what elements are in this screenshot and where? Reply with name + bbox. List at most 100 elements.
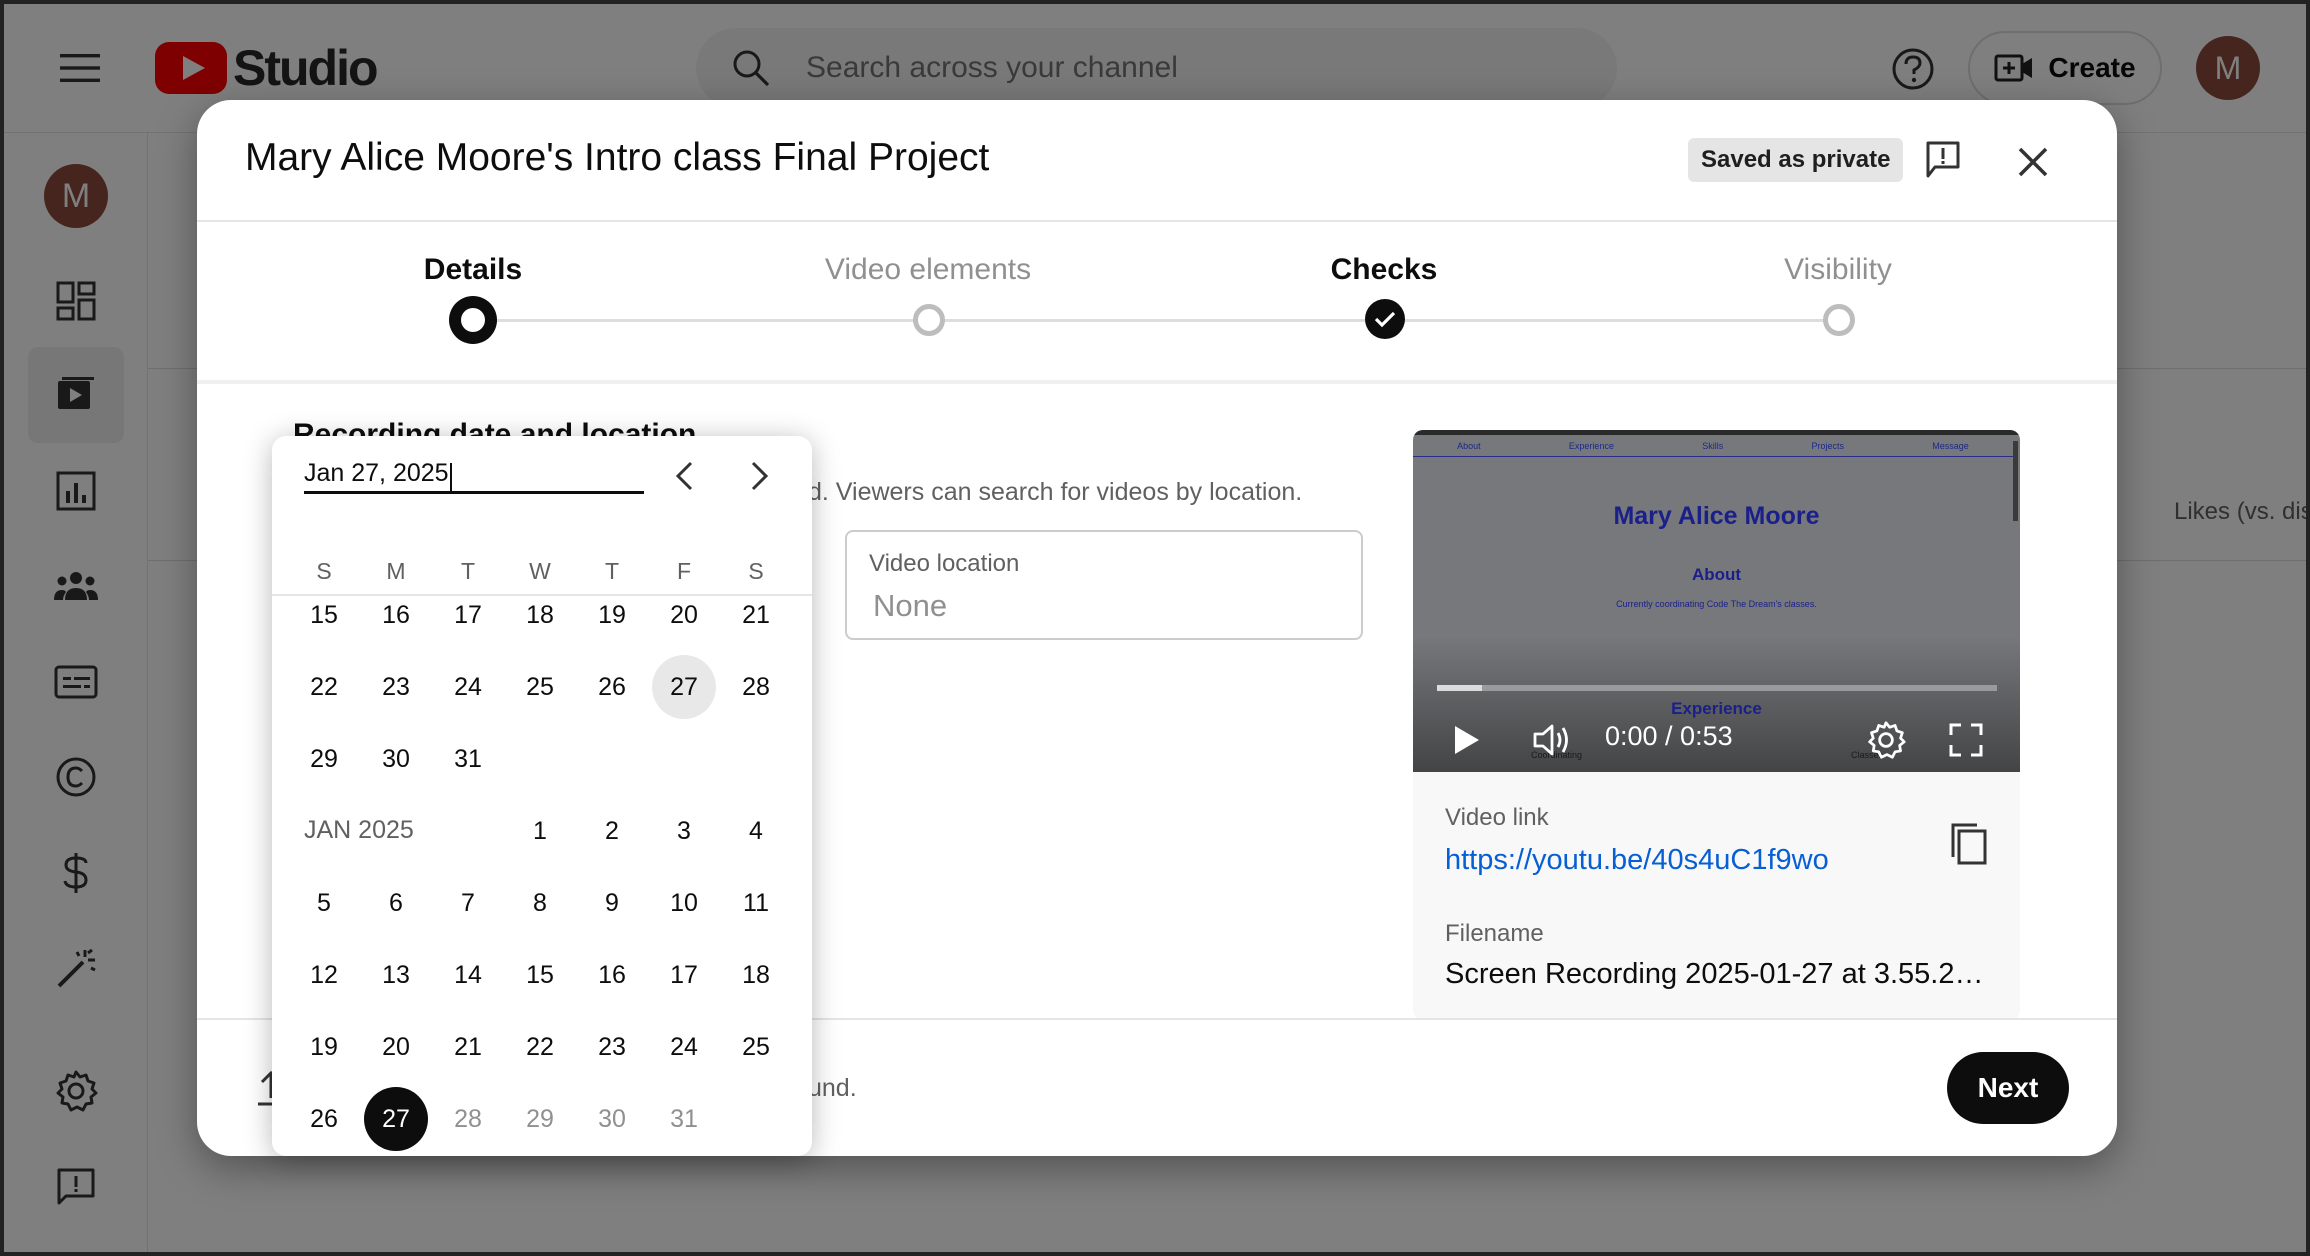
close-icon[interactable] xyxy=(2003,132,2063,192)
calendar-day[interactable]: 30 xyxy=(580,1087,644,1151)
video-location-label: Video location xyxy=(869,550,1020,577)
check-icon xyxy=(1374,311,1396,328)
video-page-about: About xyxy=(1691,565,1742,584)
weekday-label: F xyxy=(676,558,692,584)
calendar-day[interactable]: 9 xyxy=(580,871,644,935)
calendar-day[interactable]: 23 xyxy=(364,655,428,719)
calendar-day[interactable]: 25 xyxy=(724,1015,788,1079)
date-input-field[interactable]: Jan 27, 2025 xyxy=(304,454,644,494)
dialog-title: Mary Alice Moore's Intro class Final Pro… xyxy=(245,136,990,179)
header-divider xyxy=(197,220,2117,222)
video-location-value: None xyxy=(873,588,948,623)
weekday-label: M xyxy=(386,558,406,584)
calendar-day[interactable]: 26 xyxy=(580,655,644,719)
calendar-day[interactable]: 29 xyxy=(292,727,356,791)
calendar-day[interactable]: 28 xyxy=(436,1087,500,1151)
calendar-day[interactable]: 17 xyxy=(436,597,500,647)
calendar-day[interactable]: 8 xyxy=(508,871,572,935)
previous-month-icon[interactable] xyxy=(654,446,714,506)
date-picker: Jan 27, 2025 S M T W T F S 15 16 17 18 19 20 2… xyxy=(272,436,812,1156)
video-page-scrollbar xyxy=(2013,441,2018,521)
stepper-divider xyxy=(197,380,2117,384)
weekday-header: S M T W T F S xyxy=(272,556,812,596)
step-video-elements-dot[interactable] xyxy=(913,304,945,336)
calendar-day[interactable]: 18 xyxy=(508,597,572,647)
calendar-day[interactable]: 29 xyxy=(508,1087,572,1151)
volume-icon[interactable] xyxy=(1527,715,1577,765)
calendar-day[interactable]: 20 xyxy=(364,1015,428,1079)
calendar-day[interactable]: 31 xyxy=(436,727,500,791)
play-icon[interactable] xyxy=(1445,715,1489,765)
calendar-day[interactable]: 4 xyxy=(724,799,788,863)
calendar-day[interactable]: 17 xyxy=(652,943,716,1007)
status-badge: Saved as private xyxy=(1688,138,1904,182)
calendar-day[interactable]: 20 xyxy=(652,597,716,647)
calendar-day[interactable]: 11 xyxy=(724,871,788,935)
calendar-day[interactable]: 19 xyxy=(292,1015,356,1079)
video-page-blurb: Currently coordinating Code The Dream's … xyxy=(1616,599,1817,609)
calendar-day[interactable]: 23 xyxy=(580,1015,644,1079)
calendar-day[interactable]: 10 xyxy=(652,871,716,935)
step-checks[interactable]: Checks xyxy=(1234,253,1534,287)
calendar-grid: 15 16 17 18 19 20 21 22 23 24 25 26 27 28 29 30 31 JAN 20… xyxy=(272,597,812,1156)
weekday-label: T xyxy=(604,558,620,584)
calendar-day[interactable]: 13 xyxy=(364,943,428,1007)
weekday-label: S xyxy=(316,558,332,584)
step-details[interactable]: Details xyxy=(323,253,623,287)
video-page-nav-item: Message xyxy=(1932,441,1969,451)
step-details-dot[interactable] xyxy=(449,296,497,344)
step-video-elements[interactable]: Video elements xyxy=(778,253,1078,287)
copy-icon[interactable] xyxy=(1941,814,1997,874)
text-caret xyxy=(449,462,452,491)
calendar-day[interactable]: 25 xyxy=(508,655,572,719)
video-link[interactable]: https://youtu.be/40s4uC1f9wo xyxy=(1445,844,1829,877)
calendar-day[interactable]: 14 xyxy=(436,943,500,1007)
calendar-day[interactable]: 30 xyxy=(364,727,428,791)
calendar-day[interactable]: 26 xyxy=(292,1087,356,1151)
calendar-day[interactable]: 28 xyxy=(724,655,788,719)
video-page-nav-item: Projects xyxy=(1811,441,1845,451)
fullscreen-icon[interactable] xyxy=(1941,715,1991,765)
calendar-day[interactable]: 21 xyxy=(724,597,788,647)
calendar-day[interactable]: 6 xyxy=(364,871,428,935)
video-page-nav: About Experience Skills Projects Message xyxy=(1413,441,2013,457)
calendar-day[interactable]: 24 xyxy=(436,655,500,719)
video-progress-bar[interactable] xyxy=(1437,685,1997,691)
calendar-day[interactable]: 3 xyxy=(652,799,716,863)
calendar-day[interactable]: 5 xyxy=(292,871,356,935)
calendar-day[interactable]: 27 xyxy=(652,655,716,719)
calendar-day[interactable]: 19 xyxy=(580,597,644,647)
calendar-day-selected[interactable]: 27 xyxy=(364,1087,428,1151)
calendar-day[interactable]: 22 xyxy=(508,1015,572,1079)
video-location-field[interactable]: Video location None xyxy=(845,530,1363,640)
calendar-day[interactable]: 15 xyxy=(508,943,572,1007)
filename-label: Filename xyxy=(1445,920,1544,947)
calendar-month-label: JAN 2025 xyxy=(304,816,414,844)
calendar-day[interactable]: 16 xyxy=(580,943,644,1007)
calendar-day[interactable]: 15 xyxy=(292,597,356,647)
date-input[interactable]: Jan 27, 2025 xyxy=(304,459,449,487)
next-button[interactable]: Next xyxy=(1947,1052,2069,1124)
step-visibility-dot[interactable] xyxy=(1823,304,1855,336)
weekday-label: T xyxy=(460,558,476,584)
stepper-track xyxy=(473,319,1836,322)
calendar-day[interactable]: 7 xyxy=(436,871,500,935)
video-time: 0:00 / 0:53 xyxy=(1605,721,1733,751)
calendar-day[interactable]: 12 xyxy=(292,943,356,1007)
step-checks-dot[interactable] xyxy=(1365,299,1405,339)
feedback-icon[interactable] xyxy=(1915,132,1971,188)
calendar-day[interactable]: 31 xyxy=(652,1087,716,1151)
step-visibility[interactable]: Visibility xyxy=(1688,253,1988,287)
calendar-day[interactable]: 21 xyxy=(436,1015,500,1079)
filename-value: Screen Recording 2025-01-27 at 3.55.2… xyxy=(1445,958,1984,990)
video-player[interactable]: About Experience Skills Projects Message… xyxy=(1413,430,2020,772)
calendar-day[interactable]: 1 xyxy=(508,799,572,863)
calendar-day[interactable]: 18 xyxy=(724,943,788,1007)
calendar-day[interactable]: 24 xyxy=(652,1015,716,1079)
calendar-day[interactable]: 16 xyxy=(364,597,428,647)
video-settings-icon[interactable] xyxy=(1861,715,1911,765)
video-page-nav-item: About xyxy=(1457,441,1481,451)
next-month-icon[interactable] xyxy=(730,446,790,506)
calendar-day[interactable]: 22 xyxy=(292,655,356,719)
calendar-day[interactable]: 2 xyxy=(580,799,644,863)
